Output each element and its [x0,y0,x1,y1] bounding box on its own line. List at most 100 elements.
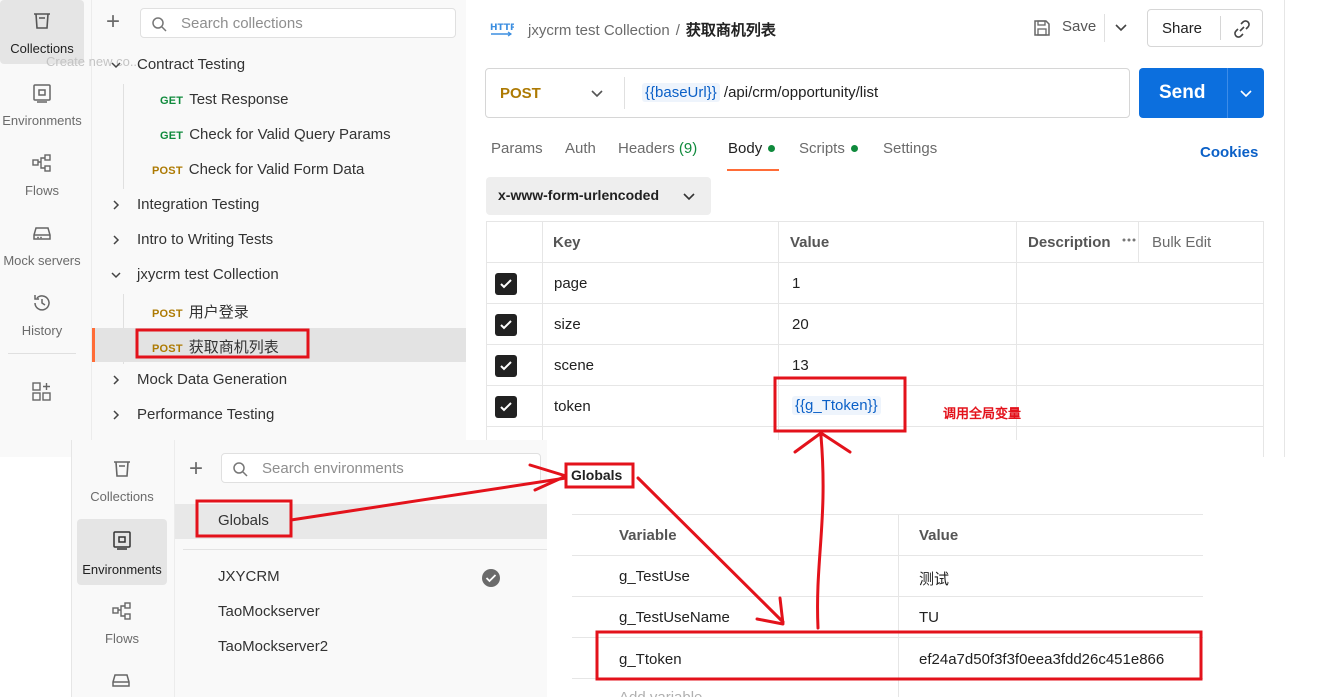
search-environments-input[interactable]: Search environments [221,453,541,483]
body-type-chevron-down-icon [682,191,696,203]
param-value[interactable]: {{g_Ttoken}} [792,386,881,427]
base-url-variable: {{baseUrl}} [642,83,720,102]
new-environment-plus-icon[interactable]: + [189,457,203,481]
tab-settings[interactable]: Settings [883,140,937,157]
chevron-down-icon [110,269,122,281]
env-item-taomockserver[interactable]: TaoMockserver [175,595,547,630]
url-bar: POST {{baseUrl}} /api/crm/opportunity/li… [485,68,1130,118]
tree-folder-performance[interactable]: Performance Testing [92,398,466,432]
body-type-select[interactable]: x-www-form-urlencoded [486,177,711,215]
row-enabled-checkbox[interactable] [495,396,517,418]
mock-servers-icon [31,222,53,244]
tree-request-opportunity-list[interactable]: POST 获取商机列表 [92,328,466,362]
request-editor: HTTP jxycrm test Collection / 获取商机列表 Save … [466,0,1284,457]
new-collection-plus-icon[interactable]: + [106,10,120,34]
share-divider [1220,16,1221,40]
table-header-row: Variable Value [572,515,1203,556]
env-item-jxycrm[interactable]: JXYCRM [175,560,547,595]
postman-globals-screenshot: Collections Environments Flows + Search … [71,440,1203,697]
rail-history[interactable]: History [0,282,84,346]
chevron-right-icon [110,409,122,421]
tree-request-user-login[interactable]: POST 用户登录 [92,293,466,327]
param-value[interactable]: 13 [792,345,809,386]
tab-headers[interactable]: Headers (9) [618,140,697,157]
table-row: g_TestUse 测试 [572,556,1203,597]
rail-environments[interactable]: Environments [77,519,167,585]
tree-folder-mock-data[interactable]: Mock Data Generation [92,363,466,397]
row-enabled-checkbox[interactable] [495,355,517,377]
tree-folder-intro-writing-tests[interactable]: Intro to Writing Tests [92,223,466,257]
more-dots-icon [1122,238,1136,242]
global-variable-chip: {{g_Ttoken}} [792,396,881,415]
tab-scripts[interactable]: Scripts [799,140,858,157]
url-divider [624,77,625,109]
globals-editor: Globals Variable Value g_TestUse 测试 g_Te… [547,440,1203,697]
add-variable-placeholder[interactable]: Add variable [619,679,702,697]
add-workspace-icon[interactable] [31,381,53,403]
param-key[interactable]: scene [554,345,594,386]
row-enabled-checkbox[interactable] [495,273,517,295]
param-key[interactable]: page [554,263,587,304]
collections-icon [31,10,53,32]
environments-icon [111,529,133,551]
variable-value[interactable]: ef24a7d50f3f3f0eea3fdd26c451e866 [919,638,1164,668]
breadcrumb-collection[interactable]: jxycrm test Collection [528,22,670,39]
breadcrumb-request[interactable]: 获取商机列表 [686,22,776,39]
search-collections-input[interactable]: Search collections [140,8,456,38]
variable-value[interactable]: TU [919,597,939,626]
collections-icon [111,458,133,480]
env-item-globals[interactable]: Globals [175,504,547,539]
url-input[interactable]: {{baseUrl}} /api/crm/opportunity/list [642,83,878,102]
tab-auth[interactable]: Auth [565,140,596,157]
table-row: page 1 [486,263,1264,304]
rail-flows[interactable]: Flows [80,590,164,654]
share-button[interactable]: Share [1147,9,1263,47]
variable-name[interactable]: g_TestUse [619,556,690,585]
tree-request-valid-query-params[interactable]: GET Check for Valid Query Params [92,118,466,152]
variable-value[interactable]: 测试 [919,556,949,589]
mock-servers-icon[interactable] [110,669,132,691]
tree-folder-contract-testing[interactable]: Contract Testing [92,48,466,82]
save-options-chevron-icon[interactable] [1114,22,1128,34]
active-tab-underline [727,169,779,171]
send-button[interactable]: Send [1139,68,1264,118]
env-item-taomockserver2[interactable]: TaoMockserver2 [175,630,547,665]
rail-mock-servers[interactable]: Mock servers [0,212,84,276]
env-divider [183,549,547,550]
active-environment-check-icon[interactable] [481,568,501,588]
column-key-header: Key [553,234,581,251]
add-variable-row[interactable]: Add variable [572,679,1203,697]
save-divider [1104,14,1105,42]
annotation-note: 调用全局变量 [943,406,1022,421]
param-value[interactable]: 1 [792,263,800,304]
variable-name[interactable]: g_Ttoken [619,638,682,668]
save-icon [1032,18,1052,38]
tree-folder-integration-testing[interactable]: Integration Testing [92,188,466,222]
param-key[interactable]: token [554,386,591,427]
send-options-chevron-icon[interactable] [1239,88,1253,100]
chevron-right-icon [110,374,122,386]
table-row: scene 13 [486,345,1264,386]
cookies-link[interactable]: Cookies [1200,144,1258,161]
globals-table: Variable Value g_TestUse 测试 g_TestUseNam… [572,514,1203,697]
param-key[interactable]: size [554,304,581,345]
variable-name[interactable]: g_TestUseName [619,597,730,626]
rail-collections[interactable]: Collections [80,448,164,512]
tree-request-test-response[interactable]: GET Test Response [92,83,466,117]
copy-link-icon[interactable] [1232,19,1252,39]
tree-folder-jxycrm[interactable]: jxycrm test Collection [92,258,466,292]
bulk-edit-button[interactable]: Bulk Edit [1122,234,1211,251]
tab-body[interactable]: Body [728,140,776,157]
table-row: g_Ttoken ef24a7d50f3f3f0eea3fdd26c451e86… [572,638,1203,679]
method-chevron-down-icon[interactable] [590,88,604,100]
row-enabled-checkbox[interactable] [495,314,517,336]
tree-request-valid-form-data[interactable]: POST Check for Valid Form Data [92,153,466,187]
scripts-modified-dot [850,144,858,152]
table-row: token {{g_Ttoken}} [486,386,1264,427]
rail-environments[interactable]: Environments [0,72,84,136]
param-value[interactable]: 20 [792,304,809,345]
method-select[interactable]: POST [500,85,541,102]
table-header-row: Key Value Description Bulk Edit [486,222,1264,263]
rail-flows[interactable]: Flows [0,142,84,206]
tab-params[interactable]: Params [491,140,543,157]
